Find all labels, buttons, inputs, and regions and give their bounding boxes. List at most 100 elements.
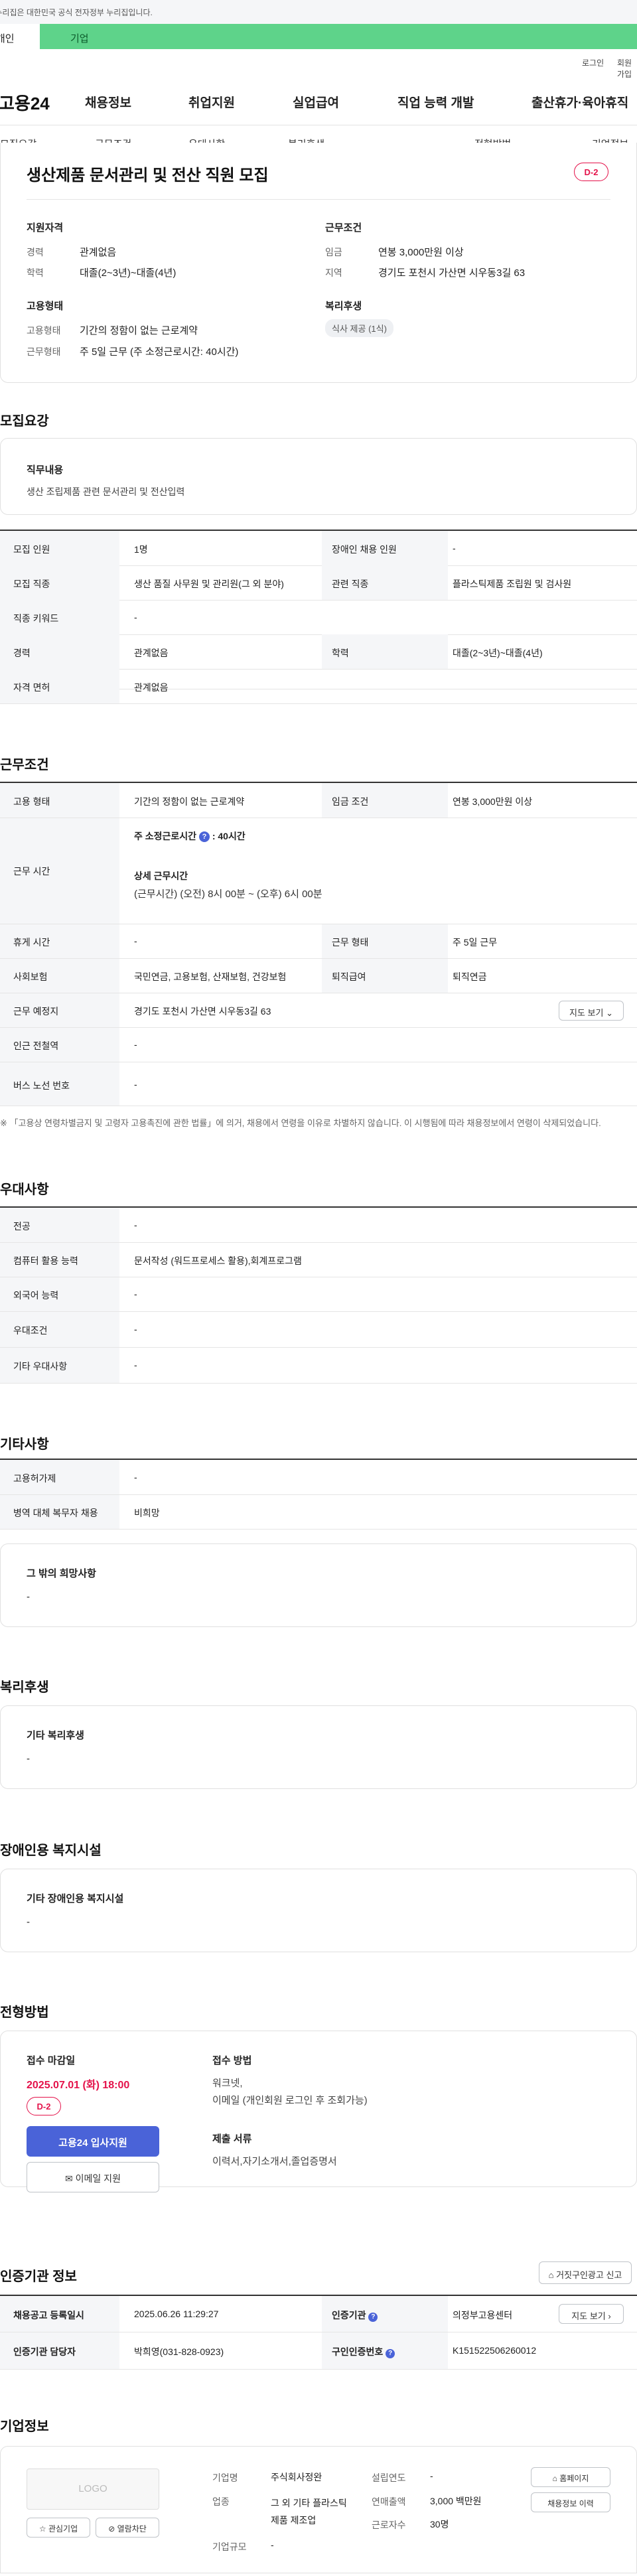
apply-button[interactable]: 고용24 입사지원 <box>27 2126 159 2157</box>
welfare-heading: 복리후생 <box>0 1680 49 1695</box>
docs-value: 이력서,자기소개서,졸업증명서 <box>212 2156 337 2167</box>
join-link[interactable]: 회원가입 <box>617 57 637 80</box>
emptype-label: 고용형태 <box>27 325 61 336</box>
block-icon: ⊘ <box>108 2524 115 2534</box>
login-link[interactable]: 로그인 <box>582 57 604 68</box>
region-label: 지역 <box>325 267 342 278</box>
qual-title: 지원자격 <box>27 222 64 234</box>
value-retirement: 퇴직연금 <box>453 971 487 982</box>
value-license: 관계없음 <box>134 682 169 693</box>
value-company-size: - <box>271 2540 274 2550</box>
label-insurance: 사회보험 <box>13 971 48 982</box>
label-bus: 버스 노선 번호 <box>13 1080 70 1091</box>
cert-heading: 인증기관 정보 <box>0 2269 77 2284</box>
label-pref-etc: 기타 우대사항 <box>13 1361 68 1372</box>
value-job-type: 생산 품질 사무원 및 관리원(그 외 분야) <box>134 579 284 589</box>
value-language: - <box>134 1289 137 1299</box>
welfare-box-value: - <box>27 1753 30 1764</box>
deadline-value: 2025.07.01 (화) 18:00 <box>27 2080 130 2091</box>
edu-value: 대졸(2~3년)~대졸(4년) <box>80 267 177 279</box>
label-military: 병역 대체 복무자 채용 <box>13 1508 98 1518</box>
label-emp-type: 고용 형태 <box>13 796 50 807</box>
map-view-button[interactable]: 지도 보기 ⌄ <box>559 1001 624 1021</box>
tab-personal[interactable]: 개인 <box>0 24 40 49</box>
hiring-history-button[interactable]: 채용정보 이력 <box>531 2492 610 2512</box>
gnb-employment-support[interactable]: 취업지원 <box>188 93 235 111</box>
region-value: 경기도 포천시 가산면 시우동3길 63 <box>378 267 526 279</box>
value-keyword: - <box>134 612 137 622</box>
info-icon[interactable]: ? <box>386 2349 395 2358</box>
label-reg-date: 채용공고 등록일시 <box>13 2310 84 2321</box>
value-workplace: 경기도 포천시 가산면 시우동3길 63 <box>134 1006 271 1017</box>
etc-heading: 기타사항 <box>0 1437 49 1452</box>
select-heading: 전형방법 <box>0 2005 49 2020</box>
gnb-jobs[interactable]: 채용정보 <box>85 93 131 111</box>
method-value-1: 워크넷, <box>212 2078 243 2089</box>
mail-icon: ✉ <box>65 2173 73 2184</box>
value-bus: - <box>134 1079 137 1090</box>
value-insurance: 국민연금, 고용보험, 산재보험, 건강보험 <box>134 971 287 982</box>
method-title: 접수 방법 <box>212 2055 252 2066</box>
wage-label: 임금 <box>325 247 342 257</box>
edu-label: 학력 <box>27 267 44 278</box>
label-company-size: 기업규모 <box>212 2541 247 2552</box>
deadline-title: 접수 마감일 <box>27 2055 76 2066</box>
label-language: 외국어 능력 <box>13 1290 59 1301</box>
work-time-detail-title: 상세 근무시간 <box>134 871 188 881</box>
work-time-detail: (근무시간) (오전) 8시 00분 ~ (오후) 6시 00분 <box>134 889 322 900</box>
value-edu: 대졸(2~3년)~대졸(4년) <box>453 648 543 658</box>
recruit-heading: 모집요강 <box>0 414 49 429</box>
value-company-name: 주식회사정완 <box>271 2472 322 2482</box>
duty-title: 직무내용 <box>27 465 64 476</box>
block-view-button[interactable]: ⊘ 열람차단 <box>96 2518 159 2538</box>
homepage-button[interactable]: ⌂ 홈페이지 <box>531 2467 610 2487</box>
career-label: 경력 <box>27 247 44 257</box>
cond-title: 근무조건 <box>325 222 362 234</box>
gnb-training[interactable]: 직업 능력 개발 <box>397 93 474 111</box>
value-disabled-headcount: - <box>453 543 456 553</box>
label-employees: 근로자수 <box>372 2520 406 2530</box>
label-work-permit: 고용허가제 <box>13 1473 56 1484</box>
gnb-unemployment[interactable]: 실업급여 <box>293 93 339 111</box>
site-logo[interactable]: 고용24 <box>0 90 50 115</box>
gov-notice-bar: 이 누리집은 대한민국 공식 전자정부 누리집입니다. <box>0 0 637 24</box>
company-logo-placeholder: LOGO <box>27 2469 159 2510</box>
value-work-form: 주 5일 근무 <box>453 937 498 948</box>
tab-company[interactable]: 기업 <box>40 24 119 49</box>
duty-text: 생산 조립제품 관련 문서관리 및 전산입력 <box>27 486 185 497</box>
duty-box <box>0 438 637 515</box>
report-fake-ad-button[interactable]: ⌂ 거짓구인광고 신고 <box>539 2261 632 2284</box>
label-cert-manager: 인증기관 담당자 <box>13 2346 76 2357</box>
gnb-leave[interactable]: 출산휴가·육아휴직 <box>531 93 628 111</box>
value-work-permit: - <box>134 1472 137 1482</box>
label-subway: 인근 전철역 <box>13 1040 59 1051</box>
dday-badge: D-2 <box>27 2097 61 2115</box>
wage-value: 연봉 3,000만원 이상 <box>378 247 464 258</box>
divider <box>0 703 637 704</box>
dday-badge: D-2 <box>574 163 608 181</box>
info-icon[interactable]: ? <box>198 831 210 843</box>
docs-title: 제출 서류 <box>212 2133 252 2145</box>
job-title: 생산제품 문서관리 및 전산 직원 모집 <box>27 167 269 184</box>
value-subway: - <box>134 1039 137 1050</box>
favorite-company-button[interactable]: ☆ 관심기업 <box>27 2518 90 2538</box>
disab-box <box>0 1869 637 1952</box>
value-major: - <box>134 1220 137 1230</box>
value-headcount: 1명 <box>134 544 148 555</box>
other-wishes-value: - <box>27 1591 30 1603</box>
welfare-box <box>0 1705 637 1789</box>
label-cert-number: 구인인증번호 ? <box>332 2345 395 2358</box>
age-note: ※ 「고용상 연령차별금지 및 고령자 고용촉진에 관한 법률」에 의거, 채용… <box>0 1118 601 1128</box>
cert-map-button[interactable]: 지도 보기 › <box>559 2304 624 2324</box>
pref-heading: 우대사항 <box>0 1182 49 1197</box>
value-military: 비희망 <box>134 1508 160 1518</box>
recruit-table: 모집 인원 1명 장애인 채용 인원 - 모집 직종 생산 품질 사무원 및 관… <box>0 530 637 689</box>
info-icon[interactable]: ? <box>368 2313 378 2322</box>
email-apply-button[interactable]: ✉ 이메일 지원 <box>27 2162 159 2192</box>
welfare-chip: 식사 제공 (1식) <box>325 319 393 337</box>
value-related-job: 플라스틱제품 조립원 및 검사원 <box>453 579 572 589</box>
value-pref-etc: - <box>134 1360 137 1370</box>
worktype-label: 근무형태 <box>27 346 61 357</box>
label-edu: 학력 <box>332 648 349 658</box>
label-license: 자격 면허 <box>13 682 50 693</box>
